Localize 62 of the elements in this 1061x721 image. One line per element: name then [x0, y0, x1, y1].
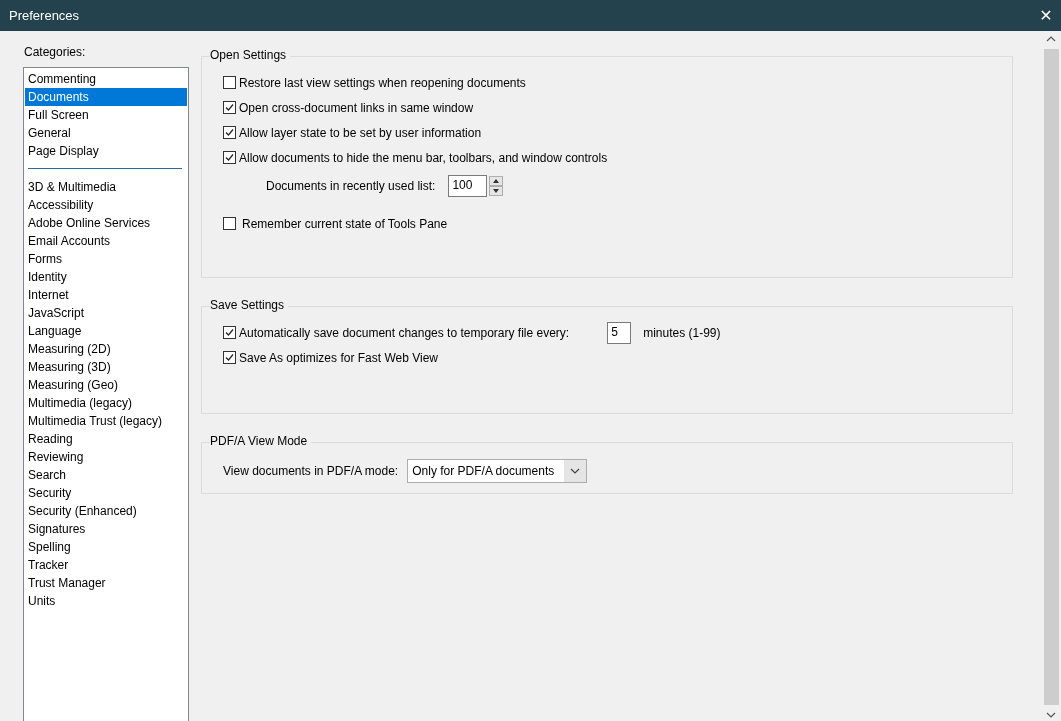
checkbox-label: Remember current state of Tools Pane [242, 216, 448, 231]
checkbox-label: Automatically save document changes to temporary file every: [239, 325, 570, 340]
checkbox-label: Restore last view settings when reopening documents [239, 75, 526, 90]
triangle-up-icon [493, 179, 500, 183]
window-title: Preferences [9, 8, 80, 23]
category-item[interactable]: Identity [25, 268, 187, 286]
category-item[interactable]: Documents [25, 88, 187, 106]
category-item[interactable]: Reading [25, 430, 187, 448]
checkbox[interactable] [223, 151, 236, 164]
category-item[interactable]: General [25, 124, 187, 142]
spin-up-button[interactable] [489, 176, 504, 186]
triangle-down-icon [493, 189, 500, 193]
checkbox[interactable] [223, 76, 236, 89]
category-item[interactable]: Units [25, 592, 187, 610]
chevron-up-icon[interactable] [1046, 36, 1056, 42]
category-item[interactable]: Trust Manager [25, 574, 187, 592]
category-item[interactable]: Multimedia Trust (legacy) [25, 412, 187, 430]
category-item[interactable]: Security (Enhanced) [25, 502, 187, 520]
category-item[interactable]: Language [25, 322, 187, 340]
checkbox[interactable] [223, 126, 236, 139]
chevron-down-icon [570, 468, 581, 474]
checkbox-label: Open cross-document links in same window [239, 100, 474, 115]
unit-label: minutes (1-99) [643, 325, 721, 340]
category-item[interactable]: Accessibility [25, 196, 187, 214]
checkbox[interactable] [223, 351, 236, 364]
spin-down-button[interactable] [489, 186, 504, 196]
category-item[interactable]: Security [25, 484, 187, 502]
number-field[interactable]: 100 [448, 175, 488, 197]
checkbox-label: Allow layer state to be set by user information [239, 125, 482, 140]
category-item[interactable]: Adobe Online Services [25, 214, 187, 232]
category-item[interactable]: Forms [25, 250, 187, 268]
category-item[interactable]: Measuring (Geo) [25, 376, 187, 394]
category-item[interactable]: JavaScript [25, 304, 187, 322]
checkbox[interactable] [223, 101, 236, 114]
mode-dropdown[interactable]: Only for PDF/A documents [407, 459, 588, 483]
section-title: PDF/A View Mode [210, 434, 312, 448]
category-item[interactable]: Signatures [25, 520, 187, 538]
dropdown-label: View documents in PDF/A mode: [223, 464, 399, 478]
checkbox[interactable] [223, 326, 236, 339]
section-title: Save Settings [210, 298, 289, 312]
category-item[interactable]: Page Display [25, 142, 187, 160]
category-item[interactable]: Measuring (3D) [25, 358, 187, 376]
checkbox-label: Allow documents to hide the menu bar, toolbars, and window controls [239, 150, 608, 165]
category-item[interactable]: Full Screen [25, 106, 187, 124]
category-item[interactable]: Multimedia (legacy) [25, 394, 187, 412]
minutes-field[interactable]: 5 [607, 321, 632, 344]
category-item[interactable]: Internet [25, 286, 187, 304]
checkbox[interactable] [223, 217, 236, 230]
category-item[interactable]: Tracker [25, 556, 187, 574]
chevron-down-icon[interactable] [1046, 712, 1056, 718]
category-item[interactable]: Search [25, 466, 187, 484]
field-label: Documents in recently used list: [266, 179, 436, 193]
categories-label: Categories: [24, 45, 87, 59]
section-title: Open Settings [210, 48, 291, 62]
checkbox-label: Save As optimizes for Fast Web View [239, 350, 438, 365]
category-item[interactable]: Measuring (2D) [25, 340, 187, 358]
category-item[interactable]: Reviewing [25, 448, 187, 466]
category-item[interactable]: Commenting [25, 70, 187, 88]
close-button[interactable]: ✕ [1031, 0, 1061, 31]
category-item[interactable]: 3D & Multimedia [25, 178, 187, 196]
category-item[interactable]: Spelling [25, 538, 187, 556]
category-item[interactable]: Email Accounts [25, 232, 187, 250]
